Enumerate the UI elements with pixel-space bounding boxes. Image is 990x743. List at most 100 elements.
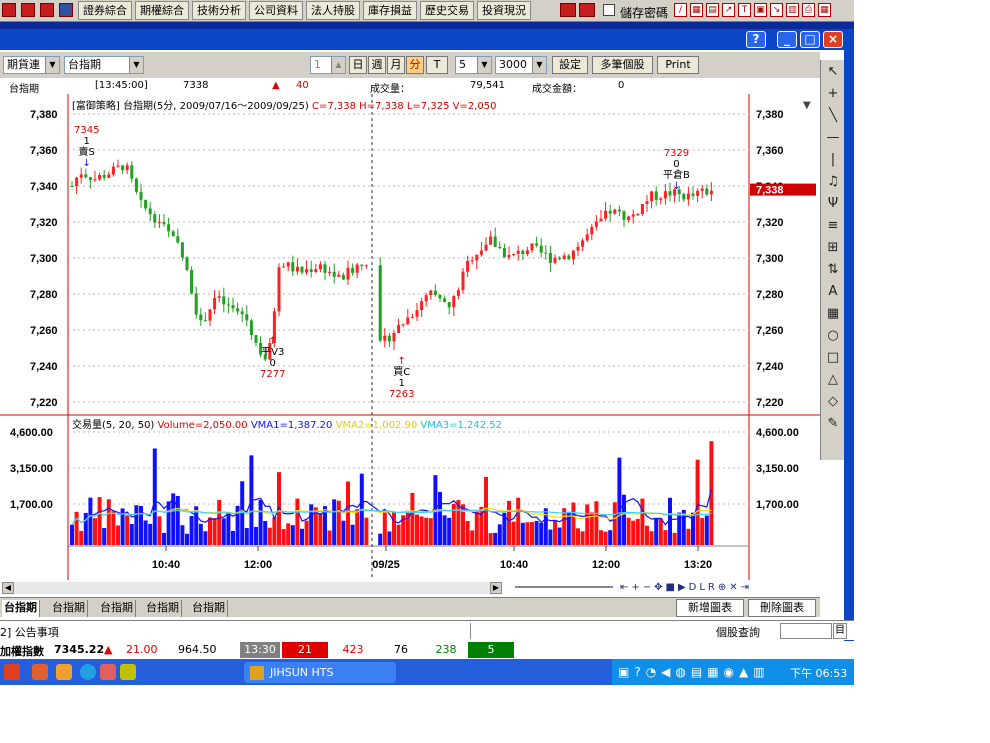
dropdown-icon[interactable] xyxy=(59,3,73,17)
minimize-button[interactable]: _ xyxy=(777,31,797,48)
volume-bar xyxy=(539,522,544,545)
zoom-slider[interactable] xyxy=(515,586,613,588)
quicklaunch-icon-6[interactable] xyxy=(120,664,136,680)
tool-icon-9[interactable]: ⎙ xyxy=(802,3,815,17)
candle-body xyxy=(318,264,322,270)
crosshair-icon[interactable]: + xyxy=(823,84,843,104)
new-chart-button[interactable]: 新增圖表 xyxy=(676,599,744,617)
chart-tab-2[interactable]: 台指期 xyxy=(50,600,88,617)
save-password-checkbox[interactable] xyxy=(603,4,615,16)
fan-icon[interactable]: Ψ xyxy=(823,194,843,214)
volume-bar xyxy=(102,528,107,545)
candle-body xyxy=(116,165,120,167)
quicklaunch-icon-5[interactable] xyxy=(100,664,116,680)
spin-field[interactable]: 1 ▲ xyxy=(310,56,346,74)
candle-body xyxy=(548,253,552,263)
menu-institutional[interactable]: 法人持股 xyxy=(306,1,360,20)
tool-icon-1[interactable]: / xyxy=(674,3,687,17)
pointer-icon[interactable]: ↖ xyxy=(823,62,843,82)
scroll-track[interactable] xyxy=(14,582,492,594)
notice-label: 2] 公告事項 xyxy=(0,626,59,639)
grid-icon[interactable]: ▦ xyxy=(823,304,843,324)
bell-icon[interactable]: ♫ xyxy=(823,172,843,192)
app-icon-1[interactable] xyxy=(2,3,16,17)
candle-body xyxy=(415,310,419,317)
forward-icon[interactable] xyxy=(579,3,595,17)
rectangle-icon[interactable]: □ xyxy=(823,348,843,368)
volume-bar xyxy=(189,515,194,545)
tool-icon-8[interactable]: ▥ xyxy=(786,3,799,17)
volume-bar xyxy=(226,513,231,545)
tool-icon-10[interactable]: ▦ xyxy=(818,3,831,17)
quicklaunch-icon-3[interactable] xyxy=(56,664,72,680)
menu-technical[interactable]: 技術分析 xyxy=(192,1,246,20)
vline-icon[interactable]: | xyxy=(823,150,843,170)
chart-tab-3[interactable]: 台指期 xyxy=(98,600,136,617)
eraser-icon[interactable]: ◇ xyxy=(823,392,843,412)
week-button[interactable]: 週 xyxy=(368,56,386,74)
volume-tick-right: 1,700.00 xyxy=(756,499,799,511)
interval-select[interactable]: 5 ▼ xyxy=(455,56,492,74)
quicklaunch-icon-1[interactable] xyxy=(4,664,20,680)
minute-button[interactable]: 分 xyxy=(406,56,424,74)
day-button[interactable]: 日 xyxy=(349,56,367,74)
tool-icon-4[interactable]: ↗ xyxy=(722,3,735,17)
scroll-right-icon[interactable]: ▶ xyxy=(490,582,502,594)
maximize-button[interactable]: □ xyxy=(800,31,820,48)
amount-label: 成交金額： xyxy=(532,84,582,95)
trendline-icon[interactable]: ╲ xyxy=(823,106,843,126)
hline-icon[interactable]: — xyxy=(823,128,843,148)
count-select[interactable]: 3000 ▼ xyxy=(495,56,547,74)
volume-bar xyxy=(631,520,636,545)
tick-button[interactable]: T xyxy=(426,56,448,74)
delete-chart-button[interactable]: 刪除圖表 xyxy=(748,599,816,617)
stock-query-input[interactable] xyxy=(780,623,832,639)
chart-tab-5[interactable]: 台指期 xyxy=(190,600,228,617)
tray-icons[interactable]: ▣?◔◀◍▤▦◉▲▥ xyxy=(618,665,770,679)
volume-bar xyxy=(318,513,323,545)
tool-icon-6[interactable]: ▣ xyxy=(754,3,767,17)
menu-inventory[interactable]: 庫存損益 xyxy=(363,1,417,20)
product-select[interactable]: 台指期 ▼ xyxy=(64,56,144,74)
menu-options[interactable]: 期權綜合 xyxy=(135,1,189,20)
nav-buttons[interactable]: ⇤+−✥■▶DLR⊕✕⇥ xyxy=(620,581,816,595)
tool-icon-5[interactable]: T xyxy=(738,3,751,17)
app-icon-2[interactable] xyxy=(21,3,35,17)
menu-securities[interactable]: 證券綜合 xyxy=(78,1,132,20)
menu-history[interactable]: 歷史交易 xyxy=(420,1,474,20)
gann-icon[interactable]: ⊞ xyxy=(823,238,843,258)
chart-tab-4[interactable]: 台指期 xyxy=(144,600,182,617)
volume-bar xyxy=(585,504,590,545)
tool-icon-2[interactable]: ▦ xyxy=(690,3,703,17)
print-button[interactable]: Print xyxy=(657,56,699,74)
taskbar-app-button[interactable]: JIHSUN HTS xyxy=(244,662,396,683)
settings-button[interactable]: 設定 xyxy=(552,56,588,74)
close-button[interactable]: × xyxy=(823,31,843,48)
chart-tab-1[interactable]: 台指期 xyxy=(2,600,40,617)
candle-body xyxy=(696,190,700,196)
price-tick-right: 7,380 xyxy=(756,109,784,121)
quicklaunch-icon-2[interactable] xyxy=(32,664,48,680)
volume-tick-left: 1,700.00 xyxy=(10,499,53,511)
month-button[interactable]: 月 xyxy=(387,56,405,74)
app-icon-3[interactable] xyxy=(40,3,54,17)
triangle-icon[interactable]: △ xyxy=(823,370,843,390)
back-icon[interactable] xyxy=(560,3,576,17)
fib-icon[interactable]: ≡ xyxy=(823,216,843,236)
multi-stock-button[interactable]: 多筆個股 xyxy=(592,56,653,74)
product-type-select[interactable]: 期貨連 ▼ xyxy=(3,56,60,74)
pen-icon[interactable]: ✎ xyxy=(823,414,843,434)
skype-icon[interactable] xyxy=(80,664,96,680)
tool-icon-7[interactable]: ↘ xyxy=(770,3,783,17)
channel-icon[interactable]: ⇅ xyxy=(823,260,843,280)
text-icon[interactable]: A xyxy=(823,282,843,302)
tool-icon-3[interactable]: ▤ xyxy=(706,3,719,17)
list-icon[interactable]: 目 xyxy=(833,623,847,639)
scroll-left-icon[interactable]: ◀ xyxy=(2,582,14,594)
ellipse-icon[interactable]: ○ xyxy=(823,326,843,346)
menu-investment[interactable]: 投資現況 xyxy=(477,1,531,20)
help-button[interactable]: ? xyxy=(746,31,766,48)
candle-body xyxy=(249,320,253,336)
menu-company[interactable]: 公司資料 xyxy=(249,1,303,20)
candlestick-chart[interactable]: 7,3807,3807,3607,3607,3407,3407,3207,320… xyxy=(0,94,820,580)
